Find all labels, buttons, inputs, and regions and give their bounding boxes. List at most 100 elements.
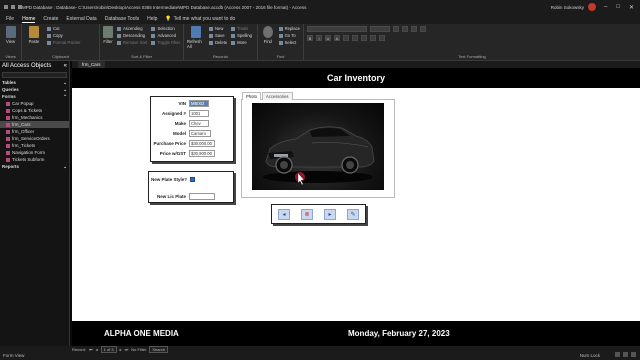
font-color-icon[interactable]: A [334,35,340,41]
nav-item-frm-cars[interactable]: frm_Cars [0,121,69,128]
tab-home[interactable]: Home [22,16,36,23]
tab-file[interactable]: File [6,16,14,22]
purchase-price-field[interactable]: $30,000.00 [189,140,215,147]
remove-sort-button[interactable]: Remove Sort [117,40,147,45]
close-icon[interactable]: ✕ [629,4,634,11]
nav-search-input[interactable] [2,72,67,78]
bullets-icon[interactable] [393,26,399,32]
user-name[interactable]: Robin Sokowsky [551,5,584,10]
more-button[interactable]: More [231,40,252,45]
delete-record-button[interactable]: Delete [209,40,227,45]
last-record-icon[interactable]: ⏭ [125,347,129,352]
record-search-input[interactable]: Search [149,345,169,353]
nav-item-tickets-subform[interactable]: Tickets Subform [0,156,69,163]
form-view-icon[interactable] [615,352,620,357]
tab-accessories[interactable]: Accessories [261,92,293,100]
next-record-icon[interactable]: ▸ [120,347,122,352]
brush-icon [47,40,51,45]
descending-button[interactable]: Descending [117,33,147,38]
make-field[interactable]: Chev [189,120,209,127]
record-position[interactable]: 1 of 3 [100,345,117,353]
delete-record-form-button[interactable]: ⊗ [301,209,313,220]
model-field[interactable]: Camaro [189,130,211,137]
next-record-button[interactable]: ▸ [324,209,336,220]
fill-color-icon[interactable] [352,35,358,41]
nav-pane-header[interactable]: All Access Objects « [0,61,69,71]
numbering-icon[interactable] [402,26,408,32]
ascending-button[interactable]: Ascending [117,26,147,31]
filter-button[interactable]: Filter [103,26,113,53]
align-center-icon[interactable] [370,35,376,41]
nav-item-car-popup[interactable]: Car Popup [0,100,69,107]
tab-create[interactable]: Create [43,16,58,22]
layout-view-icon[interactable] [623,352,628,357]
font-box[interactable] [307,26,367,32]
nav-item-frm-officer[interactable]: frm_Officer [0,128,69,135]
refresh-all-button[interactable]: Refresh All [187,26,205,53]
spelling-button[interactable]: Spelling [231,33,252,38]
highlight-icon[interactable] [343,35,349,41]
minimize-icon[interactable]: – [604,4,607,11]
save-record-label: Save [215,33,225,38]
nav-section-tables[interactable]: Tables ⌄ [0,79,69,86]
tab-help[interactable]: Help [147,16,157,22]
toggle-filter-button[interactable]: Toggle Filter [151,40,180,45]
new-record-button[interactable]: New [209,26,227,31]
filter-status[interactable]: No Filter [131,347,146,352]
find-group: Find Replace Go To Select Find [258,24,304,60]
maximize-icon[interactable]: □ [616,4,620,11]
save-icon[interactable] [4,5,8,9]
nav-item-frm-serviceorders[interactable]: frm_ServiceOrders [0,135,69,142]
tab-database-tools[interactable]: Database Tools [105,16,139,22]
font-size-box[interactable] [370,26,390,32]
tab-external-data[interactable]: External Data [66,16,96,22]
nav-item-frm-tickets[interactable]: frm_Tickets [0,142,69,149]
nav-section-reports[interactable]: Reports ⌄ [0,163,69,170]
totals-button[interactable]: Totals [231,26,252,31]
cut-button[interactable]: Cut [47,26,81,31]
format-painter-button[interactable]: Format Painter [47,40,81,45]
new-plate-checkbox[interactable] [190,177,196,182]
price-gst-row: Price w/GST $30,900.00 [153,150,215,157]
italic-icon[interactable]: I [316,35,322,41]
nav-section-queries[interactable]: Queries ⌄ [0,86,69,93]
bold-icon[interactable]: B [307,35,313,41]
nav-item-frm-mechanics[interactable]: frm_Mechanics [0,114,69,121]
nav-item-cops-tickets[interactable]: Cops & Tickets [0,107,69,114]
align-left-icon[interactable] [361,35,367,41]
tell-me-box[interactable]: 💡 Tell me what you want to do [165,16,235,22]
advanced-button[interactable]: Advanced [151,33,180,38]
save-record-button[interactable]: Save [209,33,227,38]
price-gst-field[interactable]: $30,900.00 [189,150,215,157]
new-lic-field[interactable] [189,193,216,200]
nav-item-navigation-form[interactable]: Navigation Form [0,149,69,156]
assigned-field[interactable]: 1001 [189,110,209,117]
tell-me-text: Tell me what you want to do [173,16,236,22]
find-button[interactable]: Find [261,26,275,53]
vin-field[interactable]: MB002 [189,100,209,107]
avatar[interactable] [588,3,596,11]
underline-icon[interactable]: U [325,35,331,41]
vin-label: VIN [178,101,186,106]
previous-record-button[interactable]: ◂ [278,209,290,220]
prev-record-icon[interactable]: ◂ [96,347,98,352]
edit-record-button[interactable]: ✎ [347,209,359,220]
first-record-icon[interactable]: ⏮ [89,347,93,352]
indent-icon[interactable] [411,26,417,32]
doc-tab-frm-cars[interactable]: frm_Cars [78,61,105,68]
tab-photo[interactable]: Photo [242,92,261,100]
copy-button[interactable]: Copy [47,33,81,38]
replace-button[interactable]: Replace [278,26,300,31]
align-right-icon[interactable] [379,35,385,41]
chevron-left-icon[interactable]: « [64,63,67,69]
nav-section-forms[interactable]: Forms ⌃ [0,93,69,100]
view-button[interactable]: View [3,26,18,53]
ribbon: View Views Paste Cut Copy Format Painter… [0,24,640,61]
undo-icon[interactable] [11,5,15,9]
outdent-icon[interactable] [420,26,426,32]
selection-button[interactable]: Selection [151,26,180,31]
design-view-icon[interactable] [631,352,636,357]
goto-button[interactable]: Go To [278,33,300,38]
paste-button[interactable]: Paste [25,26,43,53]
select-button[interactable]: Select [278,40,300,45]
